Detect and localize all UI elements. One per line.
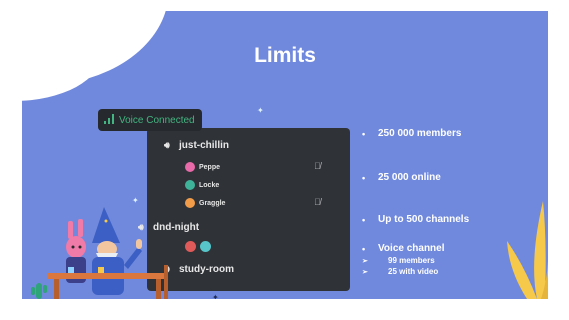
voice-connected-label: Voice Connected <box>119 114 195 126</box>
limit-item: • 25 000 online <box>362 172 441 183</box>
user-name: Peppe <box>199 163 221 171</box>
avatar <box>185 162 195 172</box>
limit-item: • Voice channel <box>362 243 445 254</box>
voice-channel-just-chillin[interactable]: 🔊︎ just-chillin <box>164 140 229 151</box>
channel-name: just-chillin <box>179 140 229 151</box>
slide: Limits ✦ ✦ ✦ Voice Connected 🔊︎ just-chi… <box>22 11 548 299</box>
voice-user[interactable]: Locke <box>185 180 219 190</box>
limit-item: • Up to 500 channels <box>362 214 470 225</box>
speaker-icon: 🔊︎ <box>164 140 170 150</box>
sparkle-icon: ✦ <box>132 196 139 205</box>
sparkle-icon: ✦ <box>257 106 264 115</box>
mic-off-icon: 🎙̸ <box>314 197 321 207</box>
sparkle-icon: ✦ <box>212 293 219 299</box>
voice-connected-indicator: Voice Connected <box>98 109 202 131</box>
avatar <box>185 180 195 190</box>
voice-user[interactable]: Peppe <box>185 162 220 172</box>
limit-sub-item: ➢ 25 with video <box>362 267 439 276</box>
signal-bars-icon <box>104 113 115 127</box>
voice-user-avatars[interactable] <box>185 241 215 252</box>
user-name: Graggle <box>199 199 226 207</box>
limit-item: • 250 000 members <box>362 128 462 139</box>
limit-sub-item: ➢ 99 members <box>362 256 435 265</box>
avatar <box>185 241 196 252</box>
voice-user[interactable]: Graggle <box>185 198 225 208</box>
channel-name: study-room <box>179 264 234 275</box>
limits-list: • 250 000 members • 25 000 online • Up t… <box>362 11 542 299</box>
user-name: Locke <box>199 181 220 189</box>
avatar <box>200 241 211 252</box>
wizard-and-bunny-illustration <box>31 207 168 299</box>
avatar <box>185 198 195 208</box>
mic-off-icon: 🎙̸ <box>314 161 321 171</box>
